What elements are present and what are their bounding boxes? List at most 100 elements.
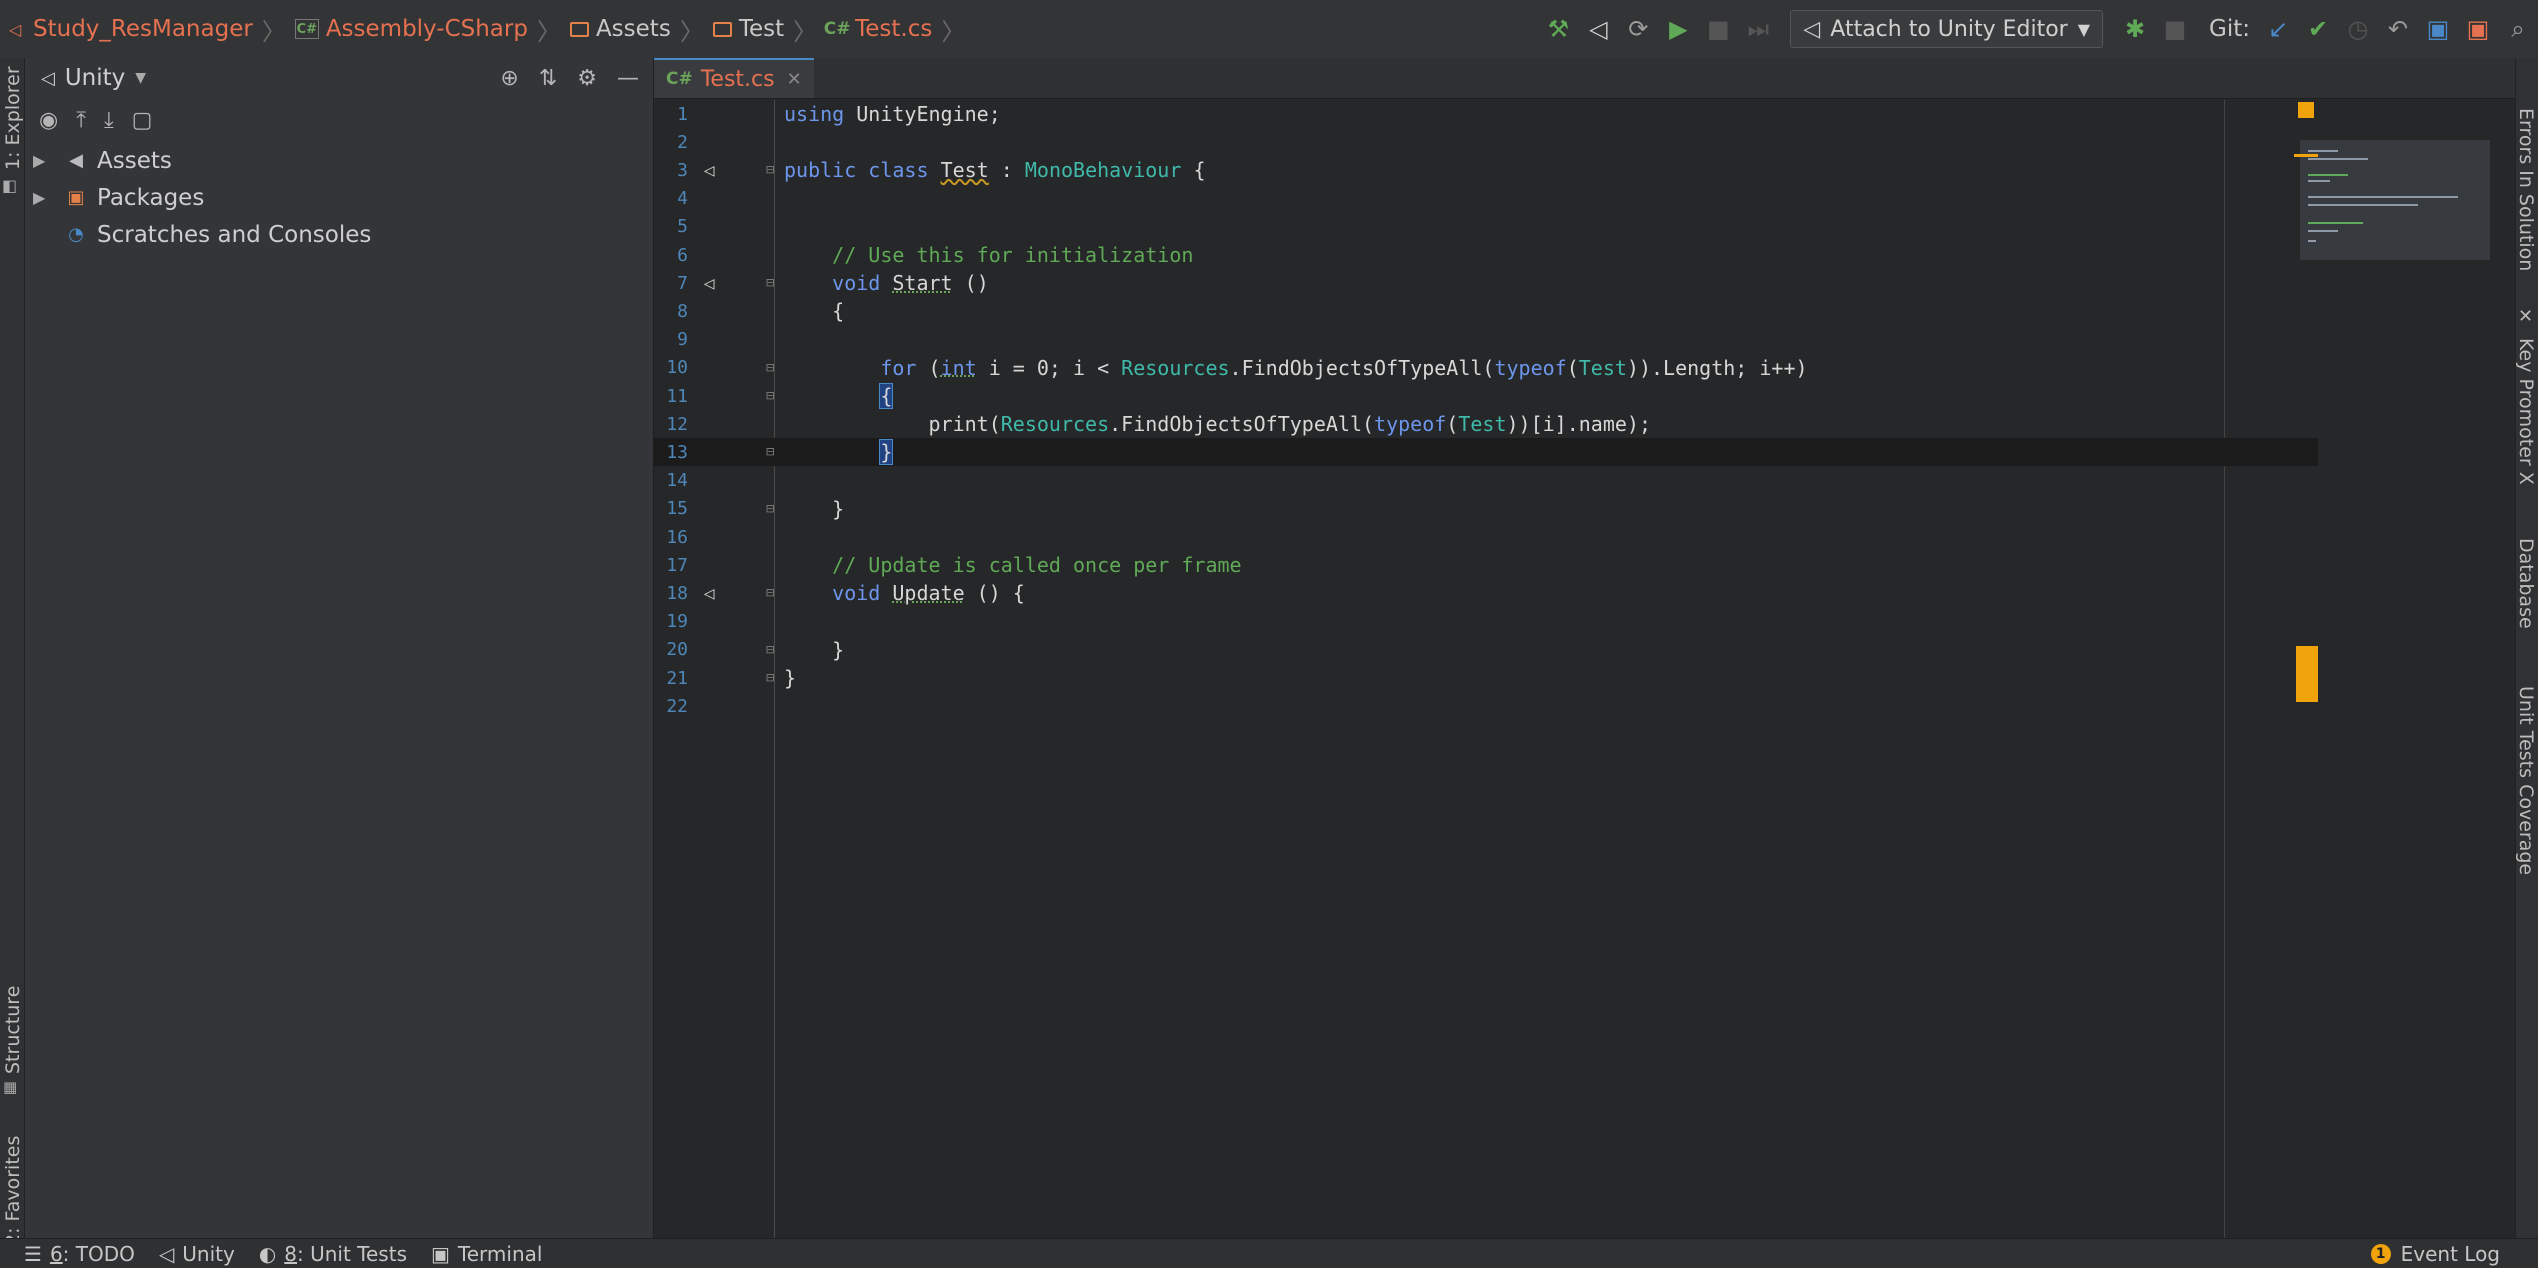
stop-debug-icon[interactable]: ■ [2155, 9, 2195, 49]
todo-tool-tab[interactable]: ☰ 6: TODO [24, 1242, 135, 1266]
code-line[interactable]: 19 [654, 608, 2318, 636]
unity-play-mode-icon[interactable]: ◁ [1578, 9, 1618, 49]
key-promoter-tab[interactable]: Key Promoter X [2515, 338, 2537, 485]
fold-icon[interactable]: ⊟ [766, 444, 774, 460]
eye-icon[interactable]: ◉ [39, 108, 58, 133]
expand-down-icon[interactable]: ⤓ [104, 108, 114, 133]
stop-icon[interactable]: ■ [1698, 9, 1738, 49]
code-line[interactable]: 21 ⊟} [654, 664, 2318, 692]
explorer-view-select[interactable]: Unity [65, 65, 125, 91]
code-line[interactable]: 9 [654, 326, 2318, 354]
unity-tool-tab[interactable]: ◁ Unity [159, 1242, 235, 1266]
git-update-icon[interactable]: ↙ [2258, 9, 2298, 49]
unity-icon: ◀ [69, 150, 83, 171]
code-line[interactable]: 11 ⊟ { [654, 382, 2318, 410]
fold-icon[interactable]: ⊟ [766, 642, 774, 658]
debug-bug-icon[interactable]: ✱ [2115, 9, 2155, 49]
warning-summary-icon[interactable] [2298, 102, 2314, 118]
code-text: print(Resources.FindObjectsOfTypeAll(typ… [784, 412, 1651, 437]
code-line[interactable]: 3 ◁ ⊟ public class Test : MonoBehaviour { [654, 156, 2318, 184]
tab-test-cs[interactable]: C# Test.cs ✕ [654, 58, 814, 98]
code-line[interactable]: 16 [654, 523, 2318, 551]
tree-item-packages[interactable]: ▶ ▣ Packages [25, 179, 653, 216]
breadcrumb-file[interactable]: C# Test.cs [824, 16, 933, 42]
fold-icon[interactable]: ⊟ [766, 501, 774, 517]
breadcrumb-solution[interactable]: ◁ Study_ResManager [4, 16, 253, 42]
translate-alt-icon[interactable]: ▣ [2458, 9, 2498, 49]
collapse-all-icon[interactable]: ⇅ [539, 66, 557, 91]
code-text: } [784, 637, 845, 662]
unity-event-gutter-icon[interactable]: ◁ [696, 580, 722, 606]
expand-up-icon[interactable]: ⤒ [76, 108, 86, 133]
fold-icon[interactable]: ⊟ [766, 275, 774, 291]
code-line[interactable]: 17 // Update is called once per frame [654, 551, 2318, 579]
step-icon[interactable]: ⏭ [1738, 9, 1778, 49]
git-revert-icon[interactable]: ↶ [2378, 9, 2418, 49]
code-line[interactable]: 15 ⊟ } [654, 495, 2318, 523]
minimize-icon[interactable]: — [617, 66, 639, 91]
editor-tab-bar: C# Test.cs ✕ [654, 58, 2516, 99]
search-icon[interactable]: ⌕ [2498, 9, 2538, 49]
expand-arrow-icon[interactable]: ▶ [33, 151, 53, 170]
code-line[interactable]: 7 ◁ ⊟ void Start () [654, 269, 2318, 297]
chevron-down-icon[interactable]: ▼ [135, 70, 146, 86]
unit-tests-coverage-tab[interactable]: Unit Tests Coverage [2515, 686, 2537, 875]
code-line[interactable]: 14 [654, 467, 2318, 495]
code-line[interactable]: 8 { [654, 297, 2318, 325]
expand-arrow-icon[interactable]: ▶ [33, 188, 53, 207]
fold-icon[interactable]: ⊟ [766, 388, 774, 404]
line-number: 16 [666, 526, 688, 548]
database-tab[interactable]: Database [2515, 538, 2537, 629]
structure-tool-tab[interactable]: Structure [2, 986, 24, 1074]
gear-icon[interactable]: ⚙ [577, 66, 597, 91]
code-line[interactable]: 1 using UnityEngine; [654, 100, 2318, 128]
code-minimap[interactable] [2300, 140, 2490, 260]
code-line[interactable]: 18 ◁ ⊟ void Update () { [654, 579, 2318, 607]
favorites-tool-tab[interactable]: 2: Favorites [2, 1136, 24, 1246]
code-line[interactable]: 12 print(Resources.FindObjectsOfTypeAll(… [654, 410, 2318, 438]
code-line[interactable]: 4 [654, 185, 2318, 213]
unit-tests-tool-tab[interactable]: ◐ 8: Unit Tests [259, 1242, 407, 1266]
tree-item-scratches[interactable]: ◔ Scratches and Consoles [25, 216, 653, 253]
preview-icon[interactable]: ▢ [132, 108, 153, 133]
run-configuration-select[interactable]: ◁ Attach to Unity Editor ▼ [1790, 10, 2104, 48]
fold-icon[interactable]: ⊟ [766, 360, 774, 376]
errors-in-solution-tab[interactable]: Errors In Solution [2515, 108, 2537, 271]
line-number: 10 [666, 357, 688, 379]
code-line[interactable]: 10 ⊟ for (int i = 0; i < Resources.FindOb… [654, 354, 2318, 382]
close-icon[interactable]: ✕ [2518, 306, 2533, 327]
tree-item-assets[interactable]: ▶ ◀ Assets [25, 142, 653, 179]
event-log-button[interactable]: 1 Event Log [2370, 1242, 2500, 1266]
explorer-tool-tab[interactable]: 1: Explorer [2, 66, 24, 170]
code-text: } [784, 496, 845, 521]
git-commit-icon[interactable]: ✔ [2298, 9, 2338, 49]
unity-event-gutter-icon[interactable]: ◁ [696, 270, 722, 296]
warning-stripe[interactable] [2294, 154, 2318, 157]
code-line[interactable]: 22 [654, 692, 2318, 720]
warning-stripe[interactable] [2296, 646, 2318, 702]
code-line[interactable]: 20 ⊟ } [654, 636, 2318, 664]
refresh-icon[interactable]: ⟳ [1618, 9, 1658, 49]
code-line[interactable]: 5 [654, 213, 2318, 241]
fold-icon[interactable]: ⊟ [766, 162, 774, 178]
unity-icon: ◁ [158, 1241, 175, 1266]
git-history-icon[interactable]: ◷ [2338, 9, 2378, 49]
locate-icon[interactable]: ⊕ [500, 66, 518, 91]
run-icon[interactable]: ▶ [1658, 9, 1698, 49]
tree-item-label: Assets [97, 147, 172, 174]
breadcrumb-assets[interactable]: Assets [569, 16, 671, 42]
event-count-badge: 1 [2370, 1243, 2391, 1264]
code-line[interactable]: 13 ⊟ } [654, 438, 2318, 467]
breadcrumb-project[interactable]: C# Assembly-CSharp [294, 16, 528, 42]
translate-icon[interactable]: ▣ [2418, 9, 2458, 49]
terminal-tool-tab[interactable]: ▣ Terminal [431, 1242, 542, 1266]
code-line[interactable]: 2 [654, 128, 2318, 156]
breadcrumb-test-folder[interactable]: Test [712, 16, 784, 42]
code-editor[interactable]: 1 using UnityEngine; 2 3 ◁ ⊟ public class Test… [654, 100, 2516, 1238]
fold-icon[interactable]: ⊟ [766, 585, 774, 601]
build-hammer-icon[interactable]: ⚒ [1538, 9, 1578, 49]
close-icon[interactable]: ✕ [787, 69, 802, 90]
fold-icon[interactable]: ⊟ [766, 670, 774, 686]
code-line[interactable]: 6 // Use this for initialization [654, 241, 2318, 269]
unity-event-gutter-icon[interactable]: ◁ [696, 157, 722, 183]
